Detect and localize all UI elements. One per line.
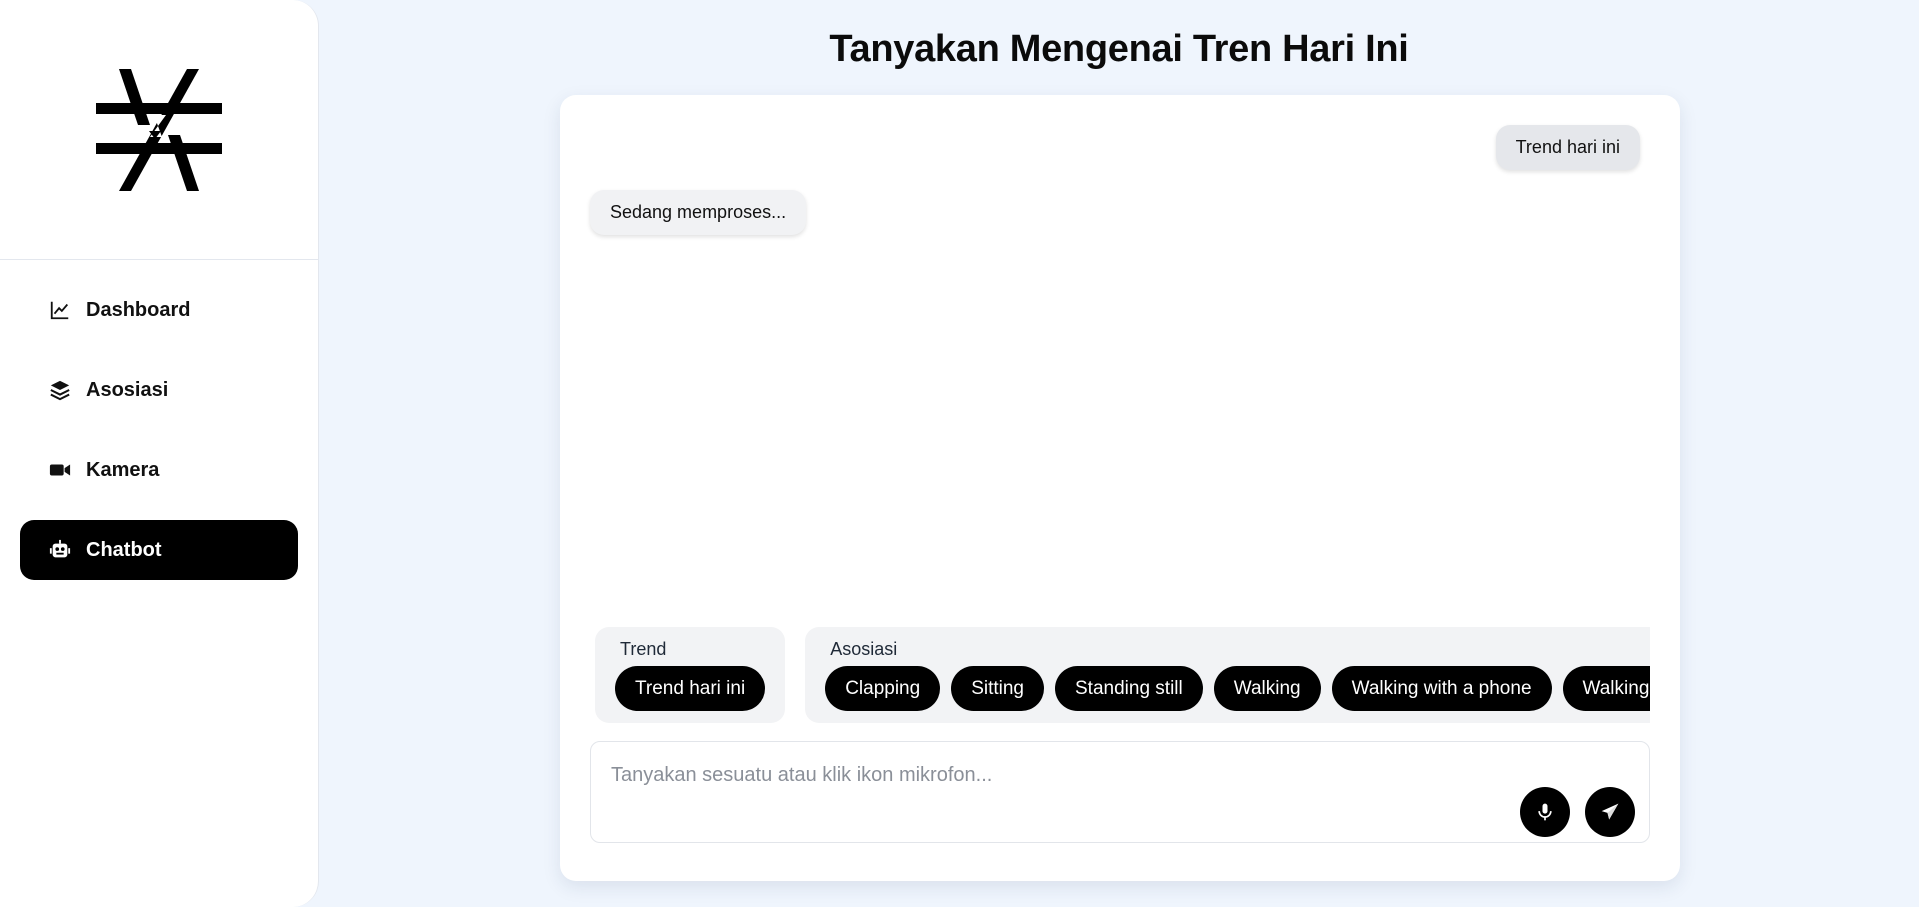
suggestion-group-label: Asosiasi (830, 639, 898, 659)
video-camera-icon (48, 458, 72, 482)
sidebar-item-label: Kamera (86, 458, 160, 481)
chip-list: Clapping Sitting Standing still Walking … (825, 666, 1650, 711)
sidebar-item-label: Asosiasi (86, 378, 169, 401)
sidebar-item-dashboard[interactable]: Dashboard (20, 280, 298, 340)
chip-list: Trend hari ini (615, 666, 766, 711)
logo-area (0, 0, 318, 260)
suggestion-group-trend: Trend Trend hari ini (595, 627, 786, 723)
layers-icon (48, 378, 72, 402)
chat-input[interactable] (591, 742, 1649, 842)
bot-message: Sedang memproses... (590, 190, 807, 235)
suggestion-chip[interactable]: Walking (1213, 666, 1321, 711)
microphone-icon (1538, 803, 1552, 821)
suggestion-row[interactable]: Trend Trend hari ini Asosiasi Clapping S… (595, 627, 1650, 723)
suggestion-chip[interactable]: Trend hari ini (615, 666, 766, 711)
sidebar-item-chatbot[interactable]: Chatbot (20, 520, 298, 580)
suggestion-chip[interactable]: Sitting (951, 666, 1044, 711)
sidebar-item-asosiasi[interactable]: Asosiasi (20, 360, 298, 420)
logo-icon (96, 68, 222, 191)
suggestion-chip[interactable]: Standing still (1055, 666, 1203, 711)
suggestion-group-label: Trend (620, 639, 667, 659)
suggestion-chip[interactable]: Walking w (1562, 666, 1650, 711)
suggestion-chip[interactable]: Walking with a phone (1331, 666, 1552, 711)
chat-input-box (590, 741, 1650, 843)
sidebar-item-kamera[interactable]: Kamera (20, 440, 298, 500)
robot-icon (48, 538, 72, 562)
app-root: Dashboard Asosiasi Kamera Chatbot Tanyak… (0, 0, 1919, 907)
sidebar: Dashboard Asosiasi Kamera Chatbot (0, 0, 319, 907)
send-button[interactable] (1585, 787, 1635, 837)
suggestion-chip[interactable]: Clapping (825, 666, 941, 711)
user-message: Trend hari ini (1495, 125, 1640, 170)
sidebar-nav: Dashboard Asosiasi Kamera Chatbot (0, 280, 318, 580)
sidebar-item-label: Dashboard (86, 298, 191, 321)
chat-panel: Trend hari ini Sedang memproses... Trend… (560, 95, 1680, 881)
line-chart-icon (48, 298, 72, 322)
page-title: Tanyakan Mengenai Tren Hari Ini (829, 28, 1409, 70)
suggestion-group-asosiasi: Asosiasi Clapping Sitting Standing still… (805, 627, 1650, 723)
sidebar-item-label: Chatbot (86, 538, 162, 561)
microphone-button[interactable] (1520, 787, 1570, 837)
paper-plane-icon (1601, 803, 1619, 820)
